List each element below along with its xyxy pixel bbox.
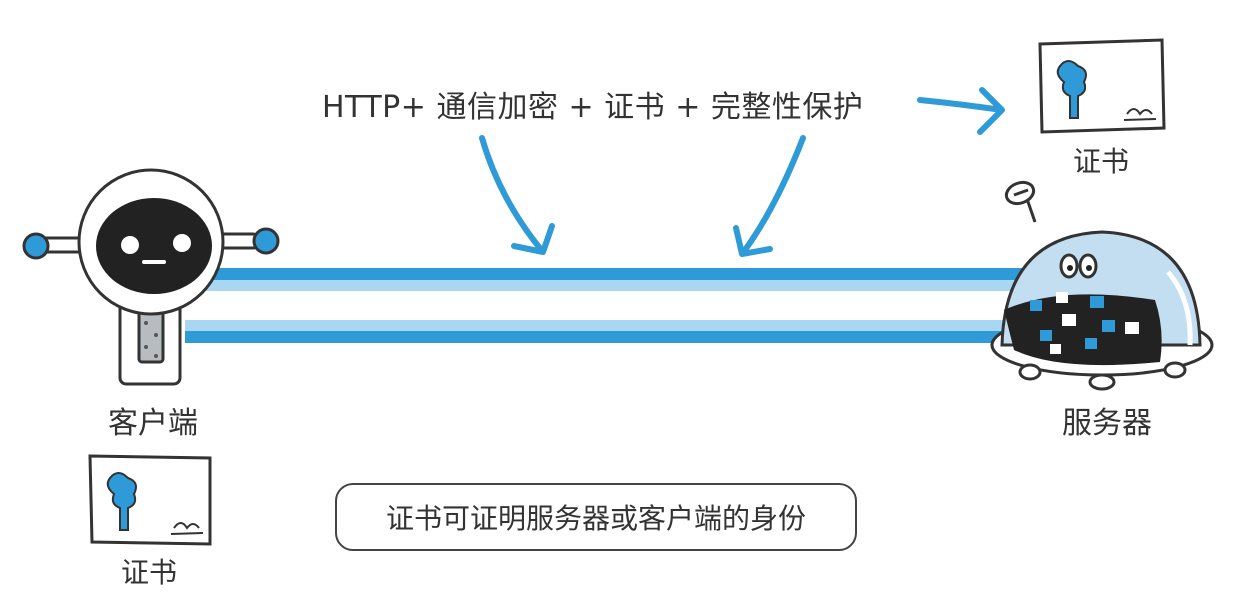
server-robot-icon <box>990 180 1214 391</box>
server-label: 服务器 <box>1062 406 1152 441</box>
client-label: 客户端 <box>108 406 198 441</box>
certificate-top-icon <box>1038 38 1166 134</box>
arrow-left-icon <box>479 135 555 255</box>
arrow-to-certificate-icon <box>917 87 1005 135</box>
headline-label: HTTP+ 通信加密 + 证书 + 完整性保护 <box>322 90 864 125</box>
channel-top-dark <box>190 268 1030 280</box>
certificate-top-label: 证书 <box>1073 145 1130 178</box>
channel-bottom-light <box>185 320 1025 331</box>
communication-channel <box>185 268 1030 343</box>
certificate-bottom-icon <box>88 454 212 546</box>
note-box: 证书可证明服务器或客户端的身份 <box>335 483 857 551</box>
channel-top-light <box>190 280 1030 291</box>
arrow-right-icon <box>733 135 806 257</box>
certificate-bottom-label: 证书 <box>121 556 178 589</box>
note-text: 证书可证明服务器或客户端的身份 <box>385 502 806 535</box>
channel-bottom-dark <box>185 331 1025 343</box>
